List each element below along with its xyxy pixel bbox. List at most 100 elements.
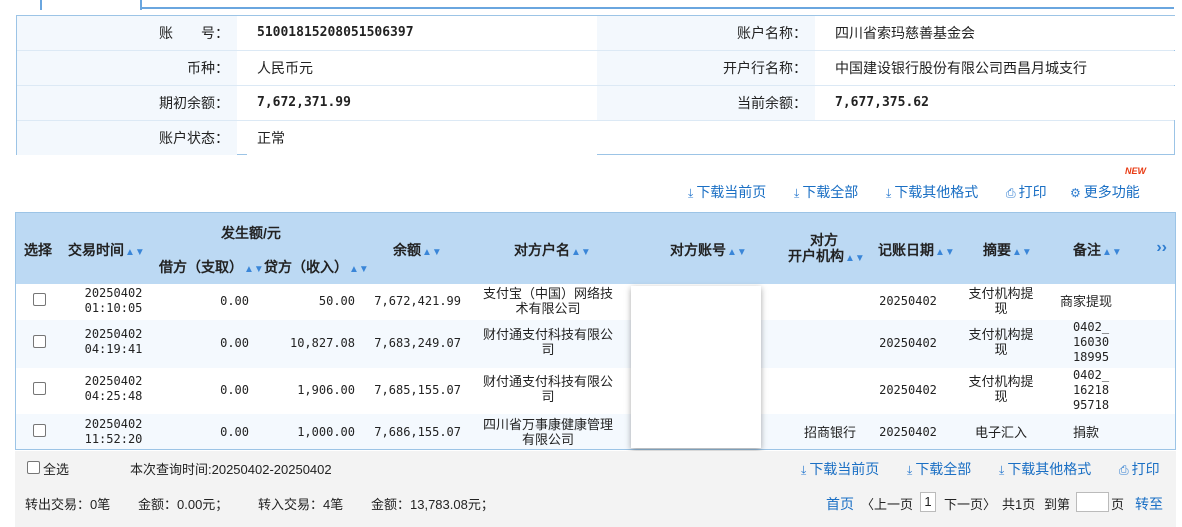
header-debit[interactable]: 借方（支取）▲▼	[159, 257, 264, 277]
header-remark[interactable]: 备注▲▼	[1073, 240, 1122, 260]
status-value: 正常	[247, 121, 597, 155]
row-counter-name-line2: 有限公司	[521, 432, 574, 447]
footer-print-label: 打印	[1131, 461, 1160, 477]
row-remark: 0402_ 16218 95718	[1056, 368, 1126, 413]
footer-download-other-label: 下载其他格式	[1007, 461, 1092, 477]
row-debit: 0.00	[220, 425, 249, 439]
header-remark-label: 备注	[1073, 242, 1101, 258]
row-remark-line3: 18995	[1072, 350, 1110, 364]
header-select: 选择	[24, 242, 52, 258]
row-checkbox[interactable]	[33, 424, 46, 437]
row-counter-name-line2: 司	[541, 389, 555, 404]
row-summary-line1: 支付机构提	[968, 286, 1034, 301]
row-credit: 10,827.08	[289, 336, 355, 350]
active-tab[interactable]	[40, 0, 142, 10]
row-summary: 支付机构提现	[961, 286, 1041, 316]
more-columns-icon[interactable]: ››	[1156, 239, 1167, 257]
header-post-date-label: 记账日期	[878, 242, 934, 258]
footer-download-all-button[interactable]: ⤓ 下载全部	[907, 459, 971, 479]
info-row-balance: 期初余额： 7,672,371.99 当前余额： 7,677,375.62	[17, 86, 1175, 121]
header-counter-bank[interactable]: 对方 开户机构▲▼	[788, 232, 865, 267]
sort-icon[interactable]: ▲▼	[1012, 247, 1032, 258]
row-time-date: 20250402	[84, 327, 143, 341]
gear-icon: ⚙	[1070, 186, 1081, 200]
goto-label: 到第	[1044, 497, 1071, 512]
row-summary-line1: 支付机构提	[968, 374, 1034, 389]
header-time[interactable]: 交易时间▲▼	[68, 240, 145, 260]
sort-icon[interactable]: ▲▼	[1102, 247, 1122, 258]
header-summary[interactable]: 摘要▲▼	[983, 240, 1032, 260]
header-credit[interactable]: 贷方（收入）▲▼	[264, 257, 369, 277]
row-counter-name: 支付宝（中国）网络技 术有限公司	[473, 286, 623, 316]
footer-download-page-button[interactable]: ⤓ 下载当前页	[801, 459, 879, 479]
sort-icon[interactable]: ▲▼	[125, 247, 145, 258]
sort-icon[interactable]: ▲▼	[727, 247, 747, 258]
download-icon: ⤓	[688, 186, 694, 200]
header-counter-bank-label-2: 开户机构	[788, 248, 844, 264]
goto-button[interactable]: 转至	[1135, 494, 1163, 514]
download-page-button[interactable]: ⤓ 下载当前页	[688, 182, 766, 202]
header-counter-account[interactable]: 对方账号▲▼	[670, 240, 747, 260]
row-time: 20250402 11:52:20	[66, 417, 161, 447]
in-amount: 金额：13,783.08元；	[371, 497, 494, 512]
row-summary-line2: 现	[994, 342, 1008, 357]
row-summary: 电子汇入	[961, 425, 1041, 440]
header-post-date[interactable]: 记账日期▲▼	[878, 240, 955, 260]
first-page-link[interactable]: 首页	[826, 494, 854, 514]
row-time-clock: 01:10:05	[84, 301, 143, 315]
download-other-button[interactable]: ⤓ 下载其他格式	[886, 182, 978, 202]
row-summary-line1: 电子汇入	[974, 425, 1027, 440]
row-counter-name-line1: 四川省万事康健康管理	[482, 417, 613, 432]
table-row: 20250402 11:52:20 0.00 1,000.00 7,686,155…	[16, 414, 1175, 449]
row-checkbox[interactable]	[33, 293, 46, 306]
sort-icon[interactable]: ▲▼	[349, 264, 369, 275]
header-time-label: 交易时间	[68, 242, 124, 258]
sort-icon[interactable]: ▲▼	[845, 253, 865, 264]
footer-print-button[interactable]: ⎙ 打印	[1119, 459, 1160, 479]
footer-download-page-label: 下载当前页	[809, 461, 880, 477]
account-name-value: 四川省索玛慈善基金会	[825, 16, 1175, 50]
row-post-date: 20250402	[879, 294, 937, 308]
print-button[interactable]: ⎙ 打印	[1006, 182, 1047, 202]
out-count: 转出交易：0笔	[25, 497, 111, 512]
row-time: 20250402 04:19:41	[66, 327, 161, 357]
footer-download-other-button[interactable]: ⤓ 下载其他格式	[999, 459, 1091, 479]
header-counter-name[interactable]: 对方户名▲▼	[514, 240, 591, 260]
row-post-date: 20250402	[879, 383, 937, 397]
row-counter-name: 四川省万事康健康管理 有限公司	[473, 417, 623, 447]
next-page-link[interactable]: 下一页〉	[944, 494, 996, 513]
info-row-currency: 币种： 人民币元 开户行名称： 中国建设银行股份有限公司西昌月城支行	[17, 51, 1175, 86]
transaction-table: 选择 交易时间▲▼ 发生额/元 借方（支取）▲▼ 贷方（收入）▲▼ 余额▲▼ 对…	[15, 212, 1176, 450]
row-counter-name: 财付通支付科技有限公司	[473, 327, 623, 357]
info-row-status: 账户状态： 正常	[17, 121, 1174, 156]
out-amount: 金额：0.00元；	[138, 497, 229, 512]
goto-page-input[interactable]	[1076, 492, 1109, 512]
row-counter-name-line2: 术有限公司	[515, 301, 581, 316]
prev-page-link[interactable]: 〈上一页	[861, 494, 913, 513]
sort-icon[interactable]: ▲▼	[935, 247, 955, 258]
download-other-label: 下载其他格式	[894, 184, 979, 200]
download-icon: ⤓	[801, 463, 807, 477]
row-time-clock: 04:25:48	[84, 389, 143, 403]
row-checkbox[interactable]	[33, 335, 46, 348]
row-summary-line2: 现	[994, 301, 1008, 316]
sort-icon[interactable]: ▲▼	[244, 264, 264, 275]
header-counter-name-label: 对方户名	[514, 242, 570, 258]
table-row: 20250402 04:25:48 0.00 1,906.00 7,685,155…	[16, 368, 1175, 414]
row-counter-bank: 招商银行	[803, 425, 856, 440]
row-post-date: 20250402	[879, 425, 937, 439]
select-all-checkbox[interactable]	[27, 461, 40, 474]
download-all-button[interactable]: ⤓ 下载全部	[794, 182, 858, 202]
total-pages: 共1页	[1002, 497, 1036, 512]
row-counter-name-line1: 财付通支付科技有限公	[482, 374, 613, 389]
sort-icon[interactable]: ▲▼	[571, 247, 591, 258]
redaction-box	[631, 286, 761, 448]
header-summary-label: 摘要	[983, 242, 1011, 258]
bank-label: 开户行名称：	[597, 51, 815, 85]
sort-icon[interactable]: ▲▼	[422, 247, 442, 258]
row-remark: 捐款	[1051, 425, 1121, 440]
row-checkbox[interactable]	[33, 382, 46, 395]
more-functions-button[interactable]: ⚙ 更多功能	[1070, 182, 1140, 202]
header-balance[interactable]: 余额▲▼	[393, 240, 442, 260]
current-page[interactable]: 1	[920, 492, 936, 512]
